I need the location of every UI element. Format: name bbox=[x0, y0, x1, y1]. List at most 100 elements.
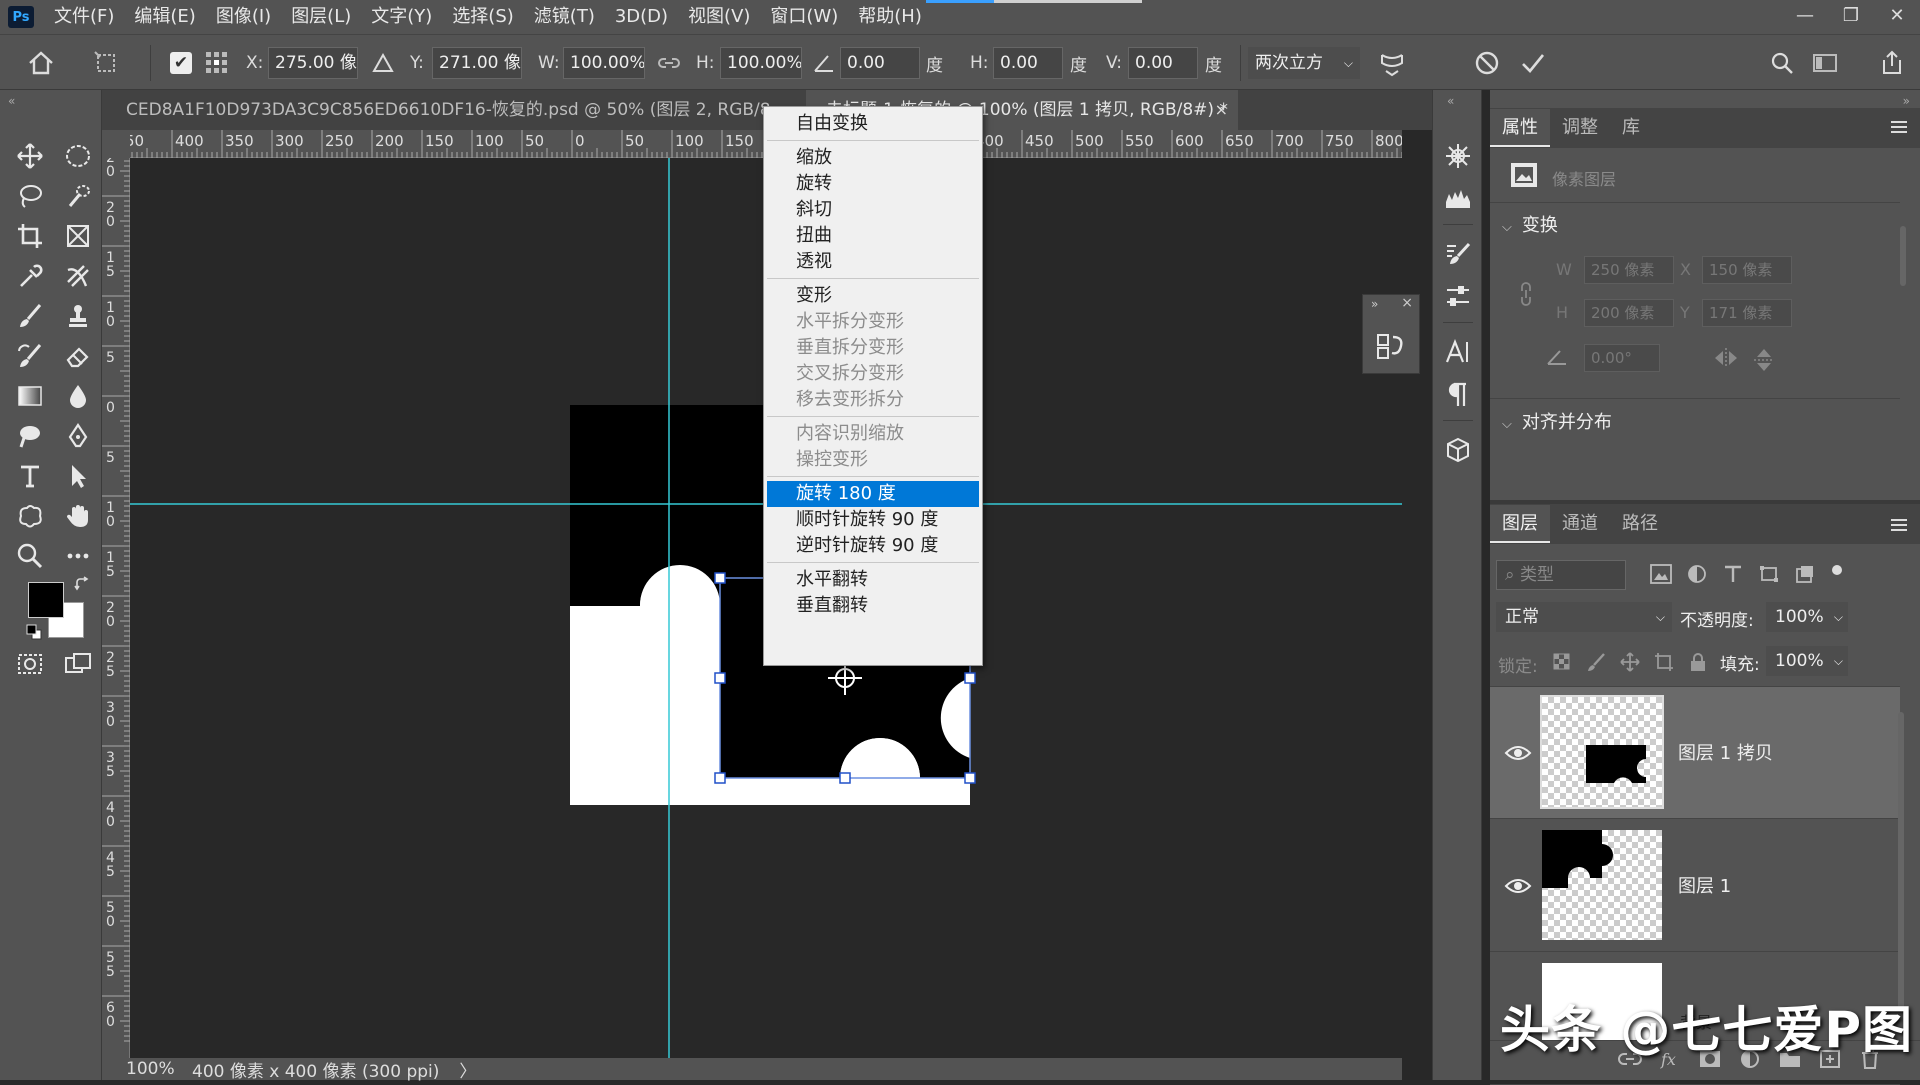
minimize-button[interactable]: — bbox=[1782, 0, 1828, 30]
flip-horizontal-icon[interactable] bbox=[1712, 346, 1740, 370]
brush-icon[interactable] bbox=[10, 298, 50, 334]
link-icon[interactable] bbox=[658, 35, 680, 91]
context-menu-item[interactable]: 顺时针旋转 90 度 bbox=[764, 507, 982, 533]
healing-brush-icon[interactable] bbox=[58, 258, 98, 294]
close-panel-icon[interactable]: × bbox=[1401, 295, 1413, 311]
properties-scrollbar[interactable] bbox=[1898, 208, 1906, 468]
home-icon[interactable] bbox=[26, 35, 56, 91]
angle-field[interactable]: 0.00 bbox=[840, 47, 920, 79]
context-menu-item[interactable]: 自由变换 bbox=[764, 111, 982, 137]
filter-pixel-icon[interactable] bbox=[1650, 564, 1672, 584]
warp-mode-icon[interactable] bbox=[1378, 35, 1406, 91]
y-position-field[interactable]: 271.00 像素 bbox=[432, 47, 522, 79]
move-tool-icon[interactable] bbox=[10, 138, 50, 174]
eraser-icon[interactable] bbox=[58, 338, 98, 374]
quick-mask-icon[interactable] bbox=[10, 646, 50, 682]
fill-field[interactable]: 100% ⌵ bbox=[1766, 646, 1848, 676]
delta-icon[interactable] bbox=[372, 35, 394, 91]
gradient-icon[interactable] bbox=[10, 378, 50, 414]
menu-item-0[interactable]: 文件(F) bbox=[44, 0, 124, 34]
lock-pixels-icon[interactable] bbox=[1586, 652, 1606, 672]
layers-menu-icon[interactable] bbox=[1890, 518, 1908, 532]
elliptical-marquee-icon[interactable] bbox=[58, 138, 98, 174]
reference-point-grid-icon[interactable] bbox=[204, 35, 230, 91]
menu-item-8[interactable]: 视图(V) bbox=[678, 0, 760, 34]
context-menu-item[interactable]: 垂直翻转 bbox=[764, 593, 982, 619]
layer-row-layer-1-copy[interactable]: 图层 1 拷贝 bbox=[1490, 687, 1900, 819]
clone-stamp-icon[interactable] bbox=[58, 298, 98, 334]
context-menu-item[interactable]: 扭曲 bbox=[764, 223, 982, 249]
tab-paths[interactable]: 路径 bbox=[1610, 505, 1670, 543]
history-brush-icon[interactable] bbox=[10, 338, 50, 374]
prop-angle-field[interactable]: 0.00° bbox=[1584, 344, 1660, 372]
skew-h-field[interactable]: 0.00 bbox=[993, 47, 1063, 79]
histogram-icon[interactable] bbox=[1440, 180, 1476, 216]
share-icon[interactable] bbox=[1880, 35, 1904, 91]
interpolation-select[interactable]: 两次立方 ⌵ bbox=[1248, 47, 1360, 79]
prop-x-field[interactable]: 150 像素 bbox=[1702, 256, 1792, 284]
default-colors-icon[interactable] bbox=[26, 624, 42, 640]
screen-mode-icon[interactable] bbox=[58, 646, 98, 682]
prop-y-field[interactable]: 171 像素 bbox=[1702, 299, 1792, 327]
foreground-color-swatch[interactable] bbox=[28, 582, 64, 618]
menu-item-10[interactable]: 帮助(H) bbox=[848, 0, 932, 34]
filter-adjustment-icon[interactable] bbox=[1686, 564, 1708, 584]
width-field[interactable]: 100.00% bbox=[563, 47, 645, 79]
pen-icon[interactable] bbox=[58, 418, 98, 454]
search-icon[interactable] bbox=[1770, 35, 1794, 91]
context-menu-item[interactable]: 变形 bbox=[764, 283, 982, 309]
cancel-transform-icon[interactable] bbox=[1474, 35, 1500, 91]
menu-item-3[interactable]: 图层(L) bbox=[281, 0, 361, 34]
filter-toggle-icon[interactable] bbox=[1830, 564, 1844, 584]
type-tool-icon[interactable] bbox=[10, 458, 50, 494]
vertical-ruler[interactable]: 202015105051015202530354045505560 bbox=[102, 158, 130, 1058]
tab-close-icon[interactable]: × bbox=[1215, 90, 1228, 130]
filter-type-icon[interactable] bbox=[1722, 564, 1744, 584]
tab-libraries[interactable]: 库 bbox=[1610, 109, 1652, 147]
brush-settings-icon[interactable] bbox=[1440, 236, 1476, 272]
flip-vertical-icon[interactable] bbox=[1752, 346, 1776, 374]
collapse-dock-icon[interactable]: « bbox=[1447, 94, 1454, 108]
workspace-icon[interactable] bbox=[1812, 35, 1838, 91]
tab-properties[interactable]: 属性 bbox=[1490, 109, 1550, 147]
collapse-right-panel-icon[interactable]: » bbox=[1903, 94, 1910, 108]
quick-selection-icon[interactable] bbox=[58, 178, 98, 214]
layer-name[interactable]: 图层 1 bbox=[1678, 872, 1731, 898]
tab-layers[interactable]: 图层 bbox=[1490, 505, 1550, 543]
tab-adjustments[interactable]: 调整 bbox=[1550, 109, 1610, 147]
ruler-origin[interactable] bbox=[102, 130, 130, 158]
menu-item-7[interactable]: 3D(D) bbox=[605, 0, 678, 34]
menu-item-9[interactable]: 窗口(W) bbox=[760, 0, 848, 34]
collapse-toolbar-icon[interactable]: « bbox=[8, 94, 15, 108]
dodge-icon[interactable] bbox=[10, 418, 50, 454]
more-tools-icon[interactable] bbox=[58, 538, 98, 574]
frame-tool-icon[interactable] bbox=[58, 218, 98, 254]
eyedropper-icon[interactable] bbox=[10, 258, 50, 294]
context-menu-item[interactable]: 斜切 bbox=[764, 197, 982, 223]
menu-item-1[interactable]: 编辑(E) bbox=[124, 0, 205, 34]
crop-icon[interactable] bbox=[10, 218, 50, 254]
context-menu-item[interactable]: 水平翻转 bbox=[764, 567, 982, 593]
filter-smart-object-icon[interactable] bbox=[1794, 564, 1816, 584]
commit-transform-icon[interactable] bbox=[1520, 35, 1546, 91]
menu-item-2[interactable]: 图像(I) bbox=[206, 0, 281, 34]
paragraph-icon[interactable] bbox=[1440, 376, 1476, 412]
align-section-title[interactable]: ⌵ 对齐并分布 bbox=[1502, 408, 1612, 434]
panel-history-icon[interactable] bbox=[1375, 331, 1405, 361]
lock-artboard-icon[interactable] bbox=[1654, 652, 1674, 672]
context-menu-item[interactable]: 旋转 180 度 bbox=[767, 481, 979, 507]
panel-menu-icon[interactable] bbox=[1890, 120, 1908, 134]
close-window-button[interactable]: ✕ bbox=[1874, 0, 1920, 30]
x-position-field[interactable]: 275.00 像素 bbox=[268, 47, 358, 79]
restore-button[interactable]: ❐ bbox=[1828, 0, 1874, 30]
blend-mode-select[interactable]: 正常 ⌵ bbox=[1496, 602, 1672, 632]
layer-name[interactable]: 图层 1 拷贝 bbox=[1678, 739, 1773, 765]
context-menu-item[interactable]: 逆时针旋转 90 度 bbox=[764, 533, 982, 559]
menu-item-5[interactable]: 选择(S) bbox=[442, 0, 523, 34]
3d-cube-icon[interactable] bbox=[1440, 432, 1476, 468]
zoom-icon[interactable] bbox=[10, 538, 50, 574]
zoom-level[interactable]: 100% bbox=[126, 1059, 192, 1079]
height-field[interactable]: 100.00% bbox=[720, 47, 802, 79]
status-menu-arrow[interactable]: 〉 bbox=[459, 1057, 476, 1082]
lock-transparent-icon[interactable] bbox=[1552, 652, 1572, 672]
